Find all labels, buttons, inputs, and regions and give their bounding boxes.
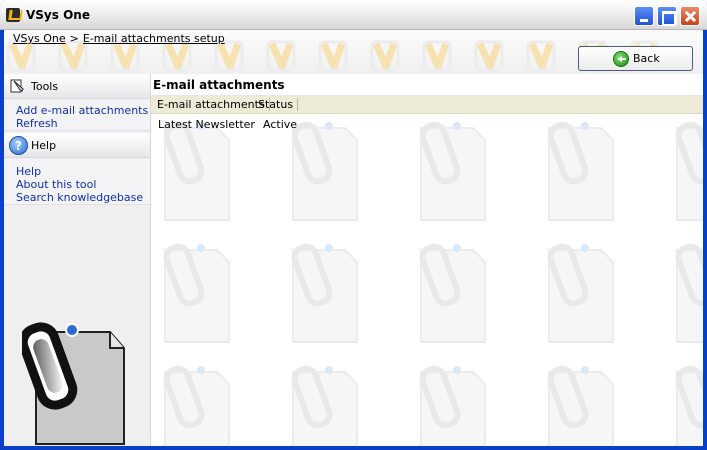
breadcrumb-current-link[interactable]: E-mail attachments setup [83, 32, 225, 45]
main-content: E-mail attachments E-mail attachments St… [150, 74, 703, 446]
window-title: VSys One [26, 8, 90, 22]
back-arrow-icon [613, 51, 629, 67]
help-link[interactable]: Help [16, 165, 150, 178]
add-email-attachments-link[interactable]: Add e-mail attachments [16, 104, 150, 117]
help-icon: ? [9, 136, 28, 155]
page-title: E-mail attachments [151, 74, 703, 96]
tools-section-title: Tools [31, 80, 59, 93]
minimize-button[interactable] [634, 6, 654, 26]
header-band: VSys One > E-mail attachments setup Back [4, 30, 703, 74]
about-this-tool-link[interactable]: About this tool [16, 178, 150, 191]
breadcrumb-root-link[interactable]: VSys One [13, 32, 66, 45]
app-logo-icon [6, 8, 20, 22]
help-section-title: Help [31, 139, 57, 152]
help-section-header: ? Help [4, 133, 150, 158]
help-links: Help About this tool Search knowledgebas… [4, 159, 150, 205]
row-status: Active [263, 118, 298, 131]
back-button-label: Back [633, 52, 660, 65]
breadcrumb-separator: > [69, 32, 79, 45]
column-header-attachments[interactable]: E-mail attachments [153, 98, 270, 111]
vsys-logo-icon [22, 322, 125, 445]
title-bar[interactable]: VSys One [0, 0, 707, 30]
tools-section-header: Tools [4, 74, 150, 99]
close-button[interactable] [680, 6, 700, 26]
refresh-link[interactable]: Refresh [16, 117, 150, 130]
client-area: VSys One > E-mail attachments setup Back T… [4, 30, 703, 446]
tools-links: Add e-mail attachments Refresh [4, 100, 150, 131]
page-title-text: E-mail attachments [153, 78, 285, 92]
table-row[interactable]: Latest Newsletter Active [151, 116, 703, 133]
search-knowledgebase-link[interactable]: Search knowledgebase [16, 191, 150, 204]
maximize-button[interactable] [657, 6, 677, 26]
tools-icon [10, 79, 24, 93]
table-header: E-mail attachments Status [151, 96, 703, 114]
back-button[interactable]: Back [578, 46, 693, 71]
row-attachment-name: Latest Newsletter [158, 118, 255, 131]
column-header-status[interactable]: Status [254, 98, 299, 111]
application-window: VSys One VSys One > E-mail attachments s… [0, 0, 707, 450]
breadcrumb: VSys One > E-mail attachments setup [13, 32, 225, 45]
sidebar: Tools Add e-mail attachments Refresh ? H… [4, 74, 150, 446]
